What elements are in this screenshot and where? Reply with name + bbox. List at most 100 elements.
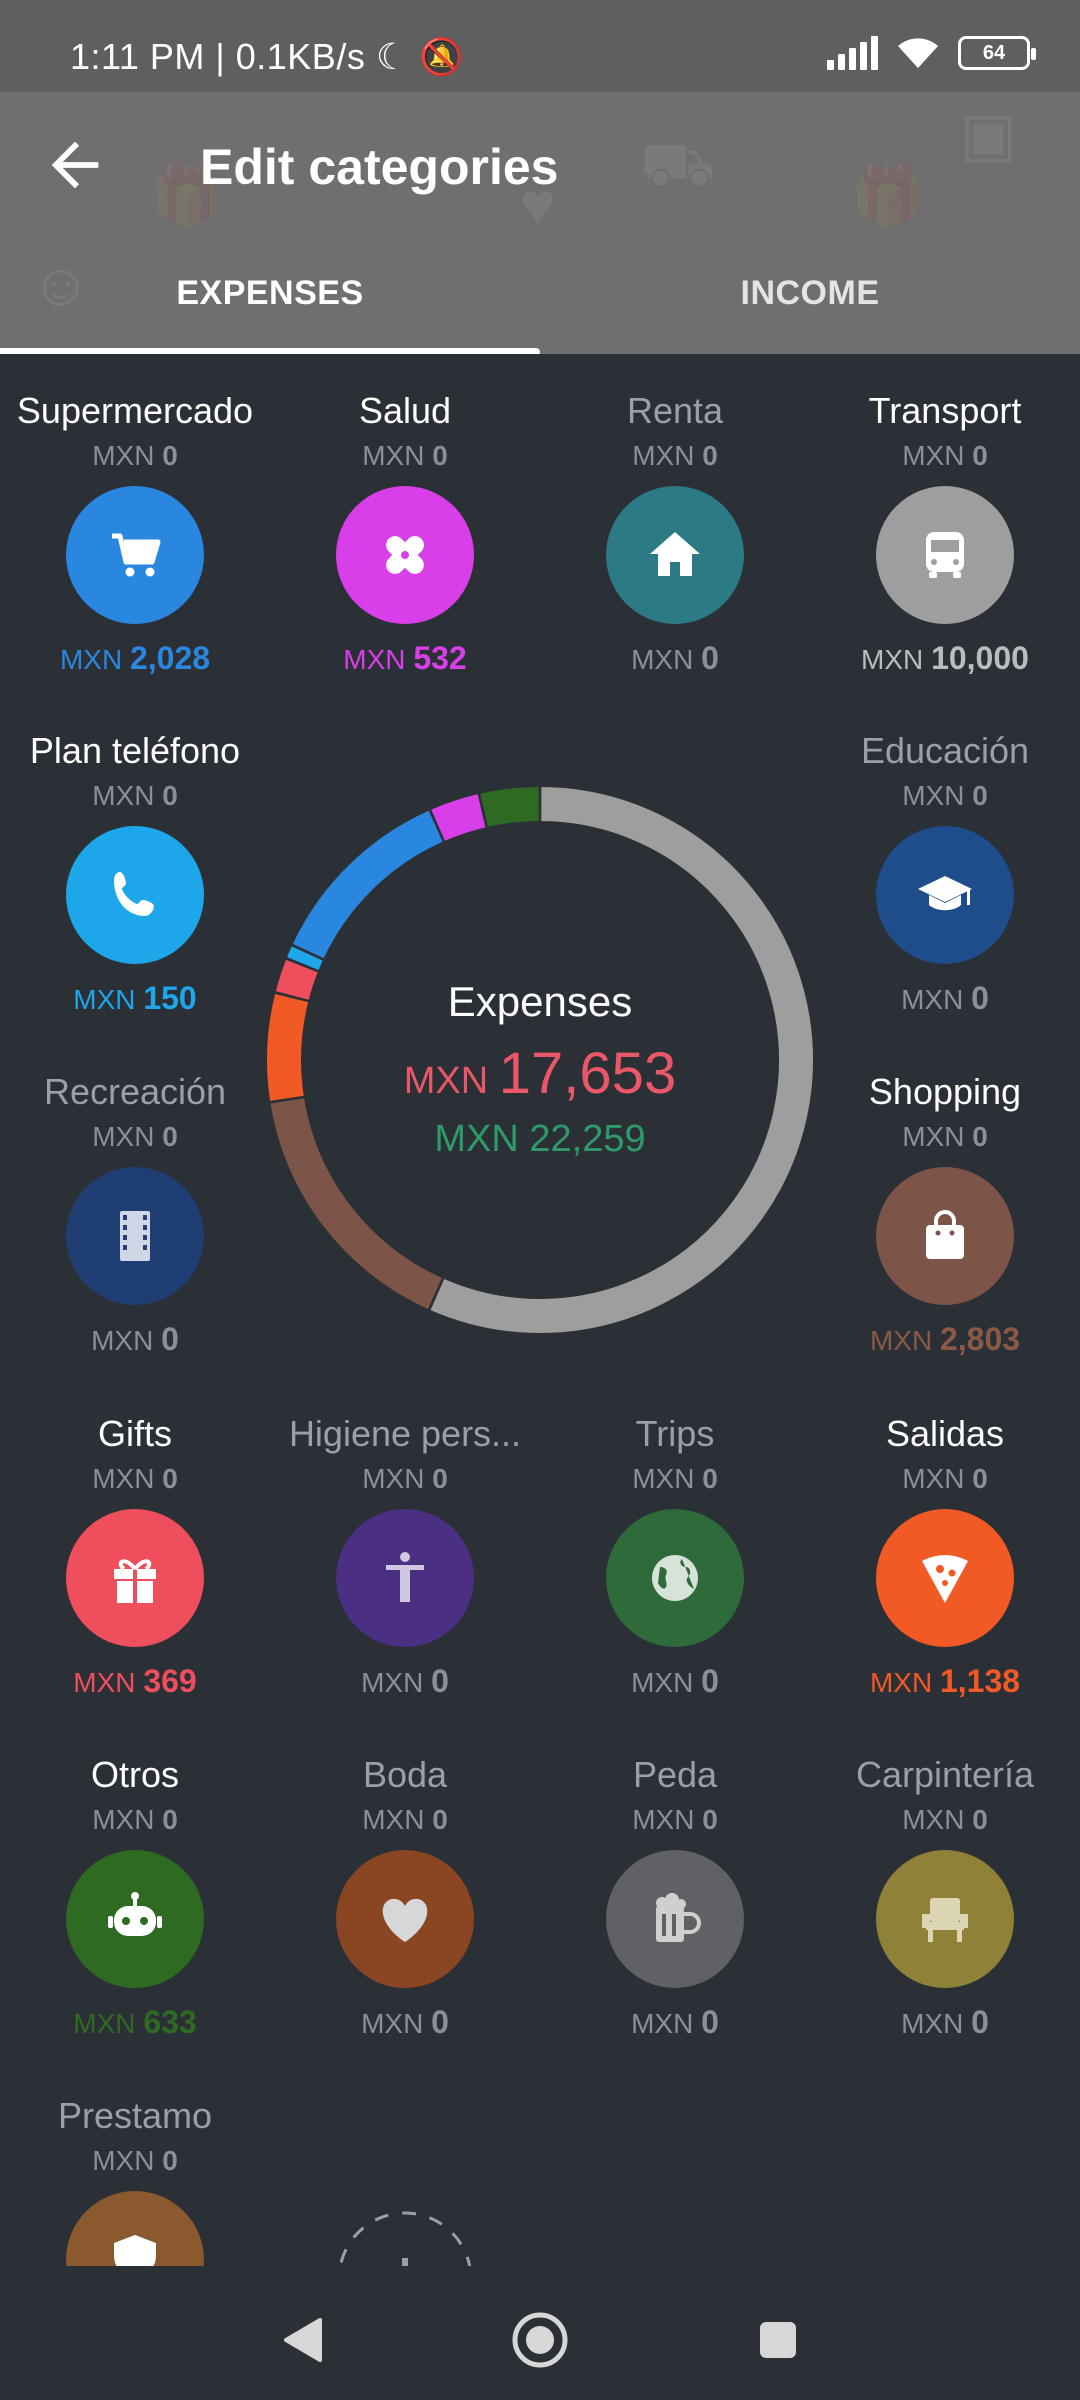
category-icon-button[interactable]: [876, 826, 1014, 964]
category-9[interactable]: Higiene pers... MXN 0 MXN 0: [270, 1413, 540, 1700]
heart-icon: [382, 1898, 428, 1942]
category-icon-button[interactable]: [336, 1850, 474, 1988]
category-icon-button[interactable]: [66, 486, 204, 624]
currency-label: MXN: [901, 984, 964, 1015]
currency-label: MXN: [92, 1121, 155, 1152]
category-spent: MXN 633: [0, 2004, 270, 2041]
budget-value: 0: [972, 1804, 988, 1835]
currency-label: MXN: [902, 1804, 965, 1835]
category-budget: MXN 0: [540, 440, 810, 472]
category-name: Otros: [90, 1754, 179, 1795]
category-7[interactable]: Shopping MXN 0 MXN 2,803: [810, 1071, 1080, 1358]
tab-expenses[interactable]: EXPENSES: [0, 256, 540, 354]
budget-value: 0: [162, 440, 178, 471]
square-recents-icon: [760, 2322, 796, 2358]
category-spent: MXN 0: [270, 2004, 540, 2041]
spent-value: 0: [701, 2004, 719, 2040]
category-budget: MXN 0: [810, 1121, 1080, 1153]
category-budget: MXN 0: [270, 440, 540, 472]
category-icon-button[interactable]: [876, 486, 1014, 624]
category-spent: MXN 0: [540, 640, 810, 677]
spent-value: 150: [143, 980, 197, 1016]
category-budget: MXN 0: [0, 1804, 270, 1836]
category-name: Shopping: [868, 1071, 1022, 1112]
budget-value: 0: [702, 1804, 718, 1835]
budget-value: 0: [162, 1804, 178, 1835]
battery-icon: 64: [958, 36, 1036, 70]
category-icon-button[interactable]: [66, 826, 204, 964]
category-icon-button[interactable]: [876, 1850, 1014, 1988]
gift-icon: [114, 1559, 156, 1603]
summary-title: Expenses: [447, 978, 633, 1025]
nav-back-button[interactable]: [272, 2310, 332, 2370]
budget-value: 0: [432, 1463, 448, 1494]
category-3[interactable]: Transport MXN 0 MXN 10,000: [810, 390, 1080, 677]
budget-value: 0: [432, 1804, 448, 1835]
category-name: Peda: [632, 1754, 718, 1795]
category-icon-button[interactable]: [336, 486, 474, 624]
spent-value: 0: [701, 1663, 719, 1699]
nav-home-button[interactable]: [510, 2310, 570, 2370]
category-icon-button[interactable]: [876, 1509, 1014, 1647]
category-budget: MXN 0: [810, 1463, 1080, 1495]
cart-icon: [112, 533, 161, 577]
category-14[interactable]: Peda MXN 0 MXN 0: [540, 1754, 810, 2041]
summary-budget: MXN 22,259: [262, 1118, 818, 1161]
tab-income[interactable]: INCOME: [540, 256, 1080, 354]
category-icon-button[interactable]: [606, 486, 744, 624]
currency-label: MXN: [632, 440, 695, 471]
category-icon-button[interactable]: [606, 1509, 744, 1647]
category-0[interactable]: Supermercado MXN 0 MXN 2,028: [0, 390, 270, 677]
category-name: Plan teléfono: [29, 730, 241, 771]
category-5[interactable]: Educación MXN 0 MXN 0: [810, 730, 1080, 1017]
spent-value: 1,138: [939, 1663, 1021, 1699]
currency-label: MXN: [861, 644, 924, 675]
category-icon-button[interactable]: [66, 1167, 204, 1305]
category-10[interactable]: Trips MXN 0 MXN 0: [540, 1413, 810, 1700]
currency-label: MXN: [73, 984, 136, 1015]
category-11[interactable]: Salidas MXN 0 MXN 1,138: [810, 1413, 1080, 1700]
currency-label: MXN: [92, 440, 155, 471]
currency-label: MXN: [631, 1667, 694, 1698]
category-budget: MXN 0: [0, 1121, 270, 1153]
plus-icon: [338, 2211, 472, 2266]
category-12[interactable]: Otros MXN 0 MXN 633: [0, 1754, 270, 2041]
spent-value: 0: [431, 2004, 449, 2040]
spent-value: 2,028: [129, 640, 211, 676]
category-icon-button[interactable]: [606, 1850, 744, 1988]
film-icon: ▣: [960, 101, 1017, 168]
currency-label: MXN: [92, 780, 155, 811]
spent-value: 0: [971, 980, 989, 1016]
currency-label: MXN: [631, 2008, 694, 2039]
category-2[interactable]: Renta MXN 0 MXN 0: [540, 390, 810, 677]
nav-recents-button[interactable]: [748, 2310, 808, 2370]
category-name: Gifts: [97, 1413, 172, 1454]
mute-bell-icon: 🔕: [419, 36, 465, 77]
category-icon-button[interactable]: [336, 1509, 474, 1647]
budget-value: 0: [162, 1463, 178, 1494]
category-1[interactable]: Salud MXN 0 MXN 532: [270, 390, 540, 677]
category-6[interactable]: Recreación MXN 0 MXN 0: [0, 1071, 270, 1358]
category-4[interactable]: Plan teléfono MXN 0 MXN 150: [0, 730, 270, 1017]
add-category-button[interactable]: [336, 2210, 474, 2266]
category-spent: MXN 532: [270, 640, 540, 677]
budget-value: 0: [702, 1463, 718, 1494]
category-name: Higiene pers...: [288, 1413, 522, 1454]
category-icon-button[interactable]: [66, 1509, 204, 1647]
status-time: 1:11 PM | 0.1KB/s ☾ 🔕: [70, 36, 464, 78]
budget-value: 0: [162, 2145, 178, 2176]
graduation-cap-icon: [918, 876, 972, 911]
currency-label: MXN: [632, 1463, 695, 1494]
pizza-icon: [922, 1555, 968, 1603]
category-13[interactable]: Boda MXN 0 MXN 0: [270, 1754, 540, 2041]
budget-value: 0: [972, 780, 988, 811]
back-button[interactable]: [40, 130, 110, 200]
category-8[interactable]: Gifts MXN 0 MXN 369: [0, 1413, 270, 1700]
category-icon-button[interactable]: [876, 1167, 1014, 1305]
category-15[interactable]: Carpintería MXN 0 MXN 0: [810, 1754, 1080, 2041]
category-icon-button[interactable]: [66, 1850, 204, 1988]
currency-label: MXN: [901, 2008, 964, 2039]
header: 1:11 PM | 0.1KB/s ☾ 🔕 64 🎁 ☺ ♥ ⛟ 🎁 ▣ Edi…: [0, 0, 1080, 354]
car-icon: ⛟: [640, 131, 716, 198]
category-name: Supermercado: [16, 390, 254, 431]
